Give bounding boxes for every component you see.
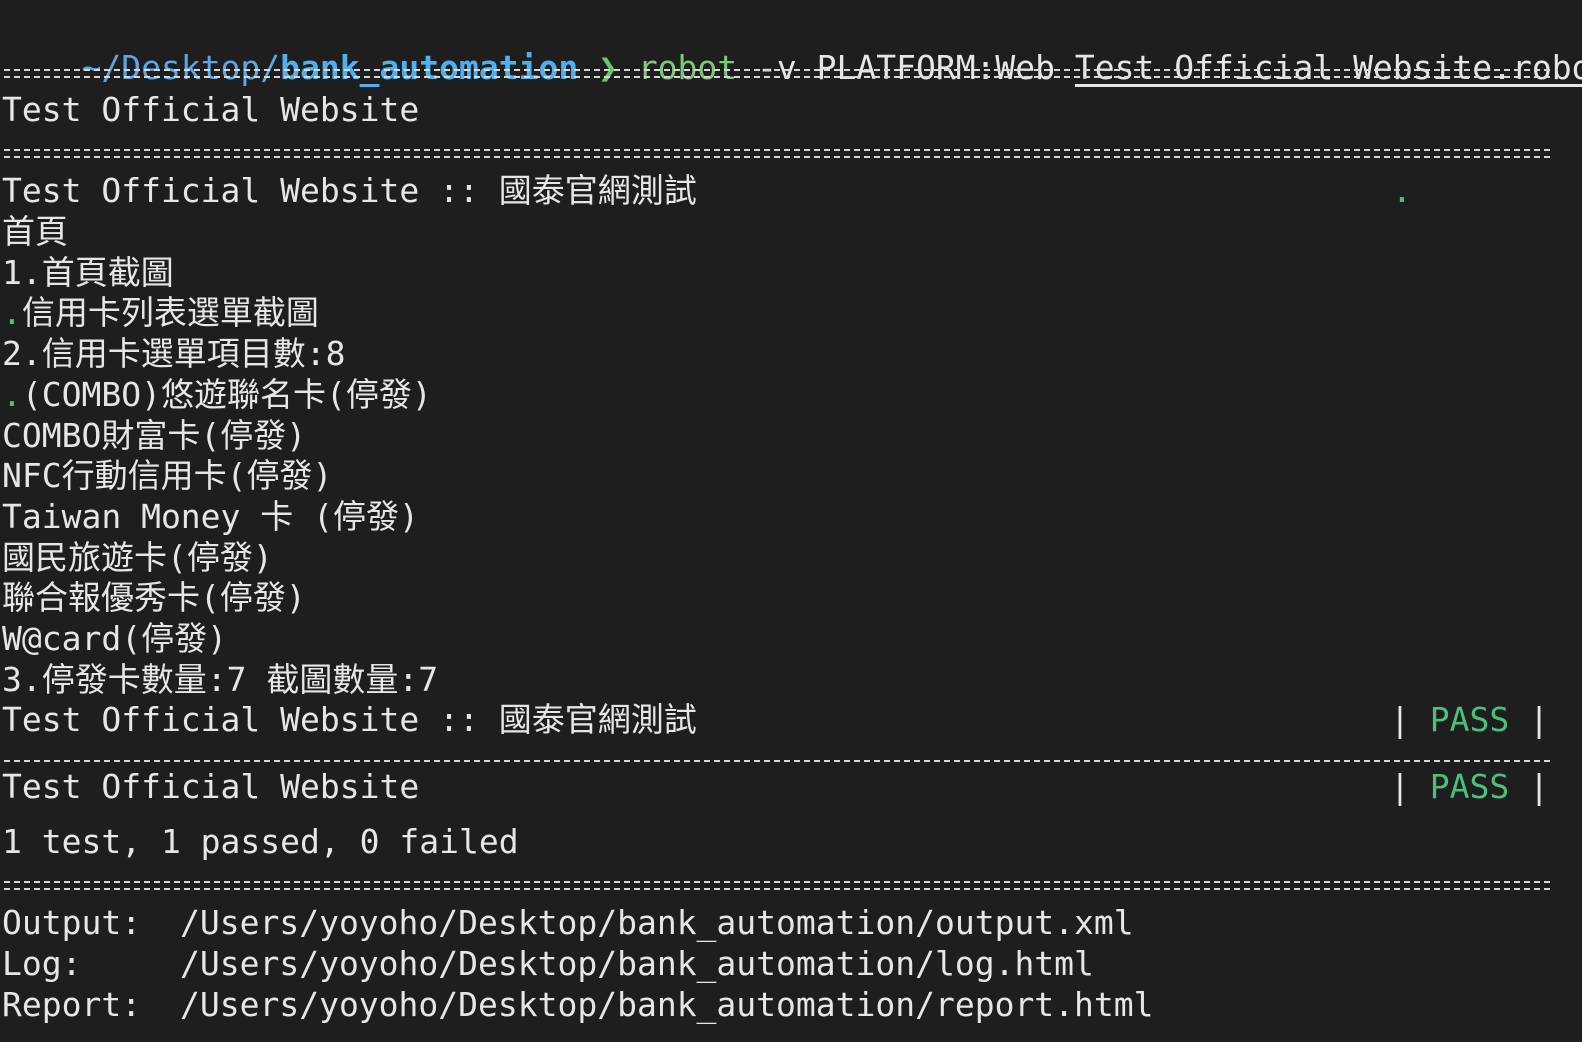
log-line-text: 信用卡列表選單截圖 [21,293,319,333]
log-line: W@card(停發) [2,619,227,659]
log-line-text: 1.首頁截圖 [2,252,174,292]
log-line-dot: . [2,374,22,414]
status-pipe-right: | [1529,700,1549,739]
log-line-text: (COMBO)悠遊聯名卡(停發) [21,374,432,414]
log-label: Log: [2,944,82,983]
test-pass-label: PASS [1429,700,1510,739]
log-line: Taiwan Money 卡 (停發) [2,497,419,537]
log-line-dot: . [2,293,22,333]
test-counts: 1 test, 1 passed, 0 failed [2,822,519,861]
test-case-title: Test Official Website :: 國泰官網測試 [2,171,697,210]
log-line: 2.信用卡選單項目數:8 [2,334,345,374]
separator-double [4,874,1550,895]
test-status: | PASS | [1390,700,1549,740]
log-line-text: 國民旅遊卡(停發) [2,537,273,577]
output-path-link[interactable]: /Users/yoyoho/Desktop/bank_automation/ou… [180,903,1134,942]
status-pipe-right: | [1529,767,1549,806]
test-result-title: Test Official Website :: 國泰官網測試 [2,700,697,739]
status-pipe-left: | [1390,767,1410,806]
log-line: .信用卡列表選單截圖 [2,293,319,333]
log-line: .(COMBO)悠遊聯名卡(停發) [2,375,432,415]
log-line-text: 首頁 [2,212,68,251]
separator-double [4,142,1550,163]
log-line-text: 聯合報優秀卡(停發) [2,578,306,618]
terminal-window[interactable]: ~/Desktop/bank_automation ❯ robot -v PLA… [0,0,1582,1042]
log-line: 首頁 [2,212,68,252]
log-line: 1.首頁截圖 [2,253,174,293]
log-line: 3.停發卡數量:7 截圖數量:7 [2,660,438,700]
output-label: Output: [2,903,142,942]
log-line-text: COMBO財富卡(停發) [2,415,307,455]
log-line-text: Taiwan Money 卡 (停發) [2,496,419,536]
log-line: 聯合報優秀卡(停發) [2,578,306,618]
suite-summary-title: Test Official Website [2,767,420,806]
suite-pass-label: PASS [1429,767,1510,806]
log-line-text: NFC行動信用卡(停發) [2,456,333,496]
report-label: Report: [2,985,142,1024]
status-pipe-left: | [1390,700,1410,739]
log-line-text: W@card(停發) [2,619,227,658]
command-prompt-line: ~/Desktop/bank_automation ❯ robot -v PLA… [2,8,1582,87]
log-line: 國民旅遊卡(停發) [2,538,273,578]
report-file-line: Report: /Users/yoyoho/Desktop/bank_automa… [2,985,1154,1025]
suite-header-title: Test Official Website [2,90,420,129]
log-line: NFC行動信用卡(停發) [2,456,332,496]
report-path-link[interactable]: /Users/yoyoho/Desktop/bank_automation/re… [180,985,1154,1024]
log-line-text: 2.信用卡選單項目數:8 [2,334,346,374]
log-line: COMBO財富卡(停發) [2,416,306,456]
suite-status: | PASS | [1390,767,1549,807]
separator-double [4,62,1550,83]
log-line-text: 3.停發卡數量:7 截圖數量:7 [2,659,439,699]
log-path-link[interactable]: /Users/yoyoho/Desktop/bank_automation/lo… [180,944,1094,983]
log-file-line: Log: /Users/yoyoho/Desktop/bank_automatio… [2,944,1094,984]
output-file-line: Output: /Users/yoyoho/Desktop/bank_automa… [2,903,1134,943]
progress-dot: . [1392,171,1412,210]
